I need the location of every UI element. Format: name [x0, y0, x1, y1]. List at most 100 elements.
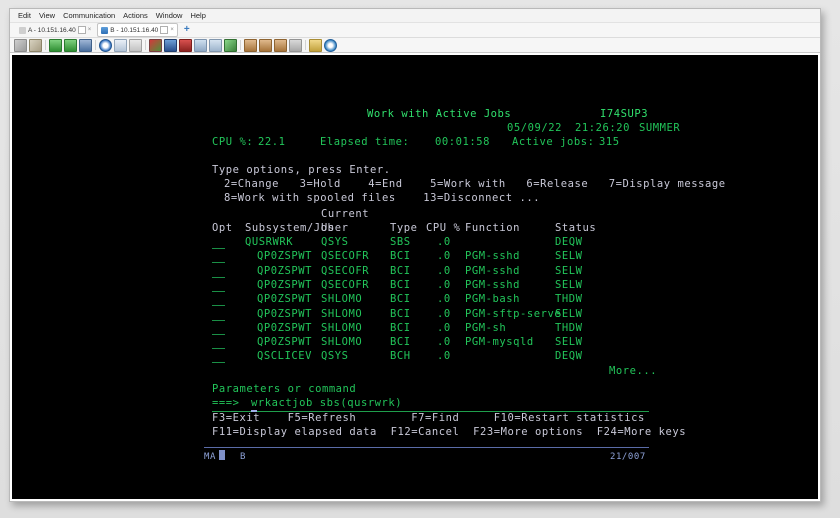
help-icon[interactable] — [324, 38, 337, 52]
color-mapping-icon[interactable] — [149, 38, 162, 52]
job-type: BCH — [390, 350, 411, 363]
option-input-field[interactable] — [212, 362, 225, 364]
job-function: PGM-sftp-serve — [465, 307, 562, 320]
job-type: BCI — [390, 336, 411, 349]
menu-actions[interactable]: Actions — [119, 10, 152, 22]
screen-date: 05/09/22 — [507, 122, 562, 134]
save-icon[interactable] — [79, 38, 92, 52]
keyboard-icon[interactable] — [194, 38, 207, 52]
session-a-close-icon[interactable]: × — [88, 27, 92, 33]
session-tab-a-label: A - 10.151.16.40 — [28, 26, 76, 34]
toolbar-separator — [240, 40, 241, 50]
menu-view[interactable]: View — [35, 10, 59, 22]
job-user: SHLOMO — [321, 321, 363, 334]
job-type: BCI — [390, 264, 411, 277]
menu-bar: Edit View Communication Actions Window H… — [10, 9, 820, 23]
job-name: QP0ZSPWT — [257, 293, 312, 306]
receive-file-icon[interactable] — [64, 38, 77, 52]
header-cpu: CPU % — [426, 222, 461, 234]
header-current: Current — [321, 208, 370, 220]
function-keys-line-2: F11=Display elapsed data F12=Cancel F23=… — [212, 426, 687, 438]
parameters-label: Parameters or command — [212, 383, 357, 395]
lock-icon[interactable] — [309, 38, 322, 52]
session-b-restore-icon[interactable] — [160, 26, 169, 34]
option-input-field[interactable] — [212, 319, 225, 321]
job-name: QP0ZSPWT — [257, 250, 312, 263]
terminal-screen[interactable]: Work with Active Jobs I74SUP3 05/09/22 2… — [12, 55, 818, 499]
menu-communication[interactable]: Communication — [59, 10, 119, 22]
option-input-field[interactable] — [212, 262, 225, 264]
job-name: QP0ZSPWT — [257, 278, 312, 291]
job-user: SHLOMO — [321, 307, 363, 320]
status-session-id: B — [240, 452, 246, 462]
job-cpu: .0 — [437, 321, 451, 334]
job-function: PGM-sh — [465, 321, 507, 334]
job-user: SHLOMO — [321, 336, 363, 349]
transfer-up-icon[interactable] — [244, 38, 257, 52]
job-status: THDW — [555, 293, 583, 306]
cpu-label: CPU %: — [212, 136, 254, 148]
job-name: QSCLICEV — [257, 350, 312, 363]
status-bar-divider — [204, 447, 649, 448]
session-b-close-icon[interactable]: × — [170, 27, 174, 33]
option-input-field[interactable] — [212, 333, 225, 335]
option-input-field[interactable] — [212, 276, 225, 278]
job-function: PGM-bash — [465, 293, 520, 306]
job-user: SHLOMO — [321, 293, 363, 306]
transfer-list-icon[interactable] — [274, 38, 287, 52]
instruction-line: Type options, press Enter. — [212, 164, 391, 176]
macro-icon[interactable] — [224, 38, 237, 52]
window-setup-icon[interactable] — [209, 38, 222, 52]
job-type: BCI — [390, 321, 411, 334]
menu-help[interactable]: Help — [186, 10, 209, 22]
job-status: SELW — [555, 250, 583, 263]
job-user: QSYS — [321, 350, 349, 363]
session-a-restore-icon[interactable] — [77, 26, 86, 34]
toolbar-separator — [95, 40, 96, 50]
cpu-value: 22.1 — [258, 136, 286, 148]
session-b-icon — [101, 26, 109, 34]
security-icon[interactable] — [164, 38, 177, 52]
command-prompt-arrow: ===> — [212, 397, 240, 409]
option-input-field[interactable] — [212, 248, 225, 249]
job-name: QUSRWRK — [245, 236, 294, 248]
job-cpu: .0 — [437, 236, 451, 248]
session-tab-a[interactable]: A - 10.151.16.40 × — [15, 23, 95, 37]
paste-icon[interactable] — [29, 38, 42, 52]
new-session-icon[interactable]: + — [180, 25, 194, 35]
job-type: BCI — [390, 293, 411, 306]
job-cpu: .0 — [437, 350, 451, 363]
job-cpu: .0 — [437, 278, 451, 291]
copy-icon[interactable] — [14, 38, 27, 52]
job-type: BCI — [390, 307, 411, 320]
command-input[interactable]: wrkactjob sbs(qusrwrk) — [251, 397, 402, 411]
send-file-icon[interactable] — [49, 38, 62, 52]
screen-time: 21:26:20 — [575, 122, 630, 134]
job-name: QP0ZSPWT — [257, 264, 312, 277]
job-user: QSECOFR — [321, 278, 370, 291]
menu-window[interactable]: Window — [152, 10, 187, 22]
terminal-text-area: Work with Active Jobs I74SUP3 05/09/22 2… — [12, 55, 818, 499]
menu-edit[interactable]: Edit — [14, 10, 35, 22]
status-indicator: MA — [204, 452, 216, 462]
job-status: SELW — [555, 278, 583, 291]
function-keys-line-1: F3=Exit F5=Refresh F7=Find F10=Restart s… — [212, 412, 645, 424]
record-icon[interactable] — [99, 38, 112, 52]
transfer-down-icon[interactable] — [259, 38, 272, 52]
session-tab-b[interactable]: B - 10.151.16.40 × — [97, 23, 178, 37]
more-indicator: More... — [609, 365, 658, 377]
job-function: PGM-mysqld — [465, 336, 534, 349]
option-input-field[interactable] — [212, 305, 225, 307]
option-input-field[interactable] — [212, 348, 225, 350]
desktop-background: Edit View Communication Actions Window H… — [0, 0, 840, 518]
job-user: QSECOFR — [321, 264, 370, 277]
keypad-icon[interactable] — [179, 38, 192, 52]
option-input-field[interactable] — [212, 290, 225, 292]
status-cursor-position: 21/007 — [610, 452, 646, 462]
display-icon[interactable] — [114, 38, 127, 52]
elapsed-label: Elapsed time: — [320, 136, 410, 148]
header-type: Type — [390, 222, 418, 234]
session-a-icon — [19, 26, 26, 34]
print-screen-icon[interactable] — [129, 38, 142, 52]
transfer-edit-icon[interactable] — [289, 38, 302, 52]
